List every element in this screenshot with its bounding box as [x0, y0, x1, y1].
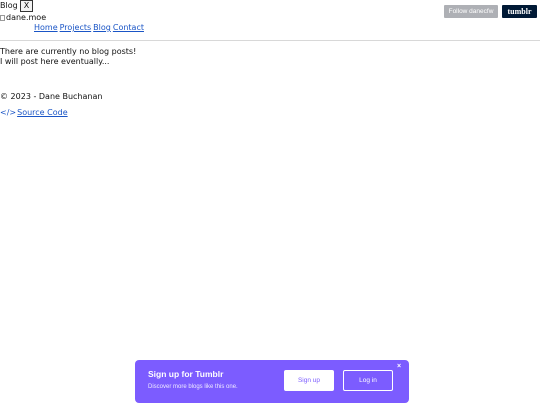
empty-message-line-2: I will post here eventually... — [0, 57, 110, 66]
logo-alt-text: dane.moe — [6, 13, 47, 22]
close-button[interactable]: X — [19, 0, 34, 12]
logo-image: dane.moe — [0, 13, 46, 23]
tumblr-logo-button[interactable]: tumblr — [502, 5, 537, 18]
blog-title: Blog — [0, 1, 18, 10]
code-icon: </> — [0, 108, 17, 117]
nav-link-contact[interactable]: Contact — [113, 23, 144, 33]
follow-button[interactable]: Follow danecfw — [444, 5, 498, 18]
signup-button[interactable]: Sign up — [284, 370, 334, 391]
signup-banner-title: Sign up for Tumblr — [148, 369, 224, 379]
nav-link-projects[interactable]: Projects — [60, 23, 92, 33]
signup-banner-subtitle: Discover more blogs like this one. — [148, 384, 238, 390]
empty-message-line-1: There are currently no blog posts! — [0, 47, 137, 56]
copyright-text: © 2023 - Dane Buchanan — [0, 92, 103, 101]
empty-posts-message: There are currently no blog posts! I wil… — [0, 47, 136, 67]
broken-image-icon — [0, 15, 5, 21]
nav-link-blog[interactable]: Blog — [93, 23, 111, 33]
nav-link-home[interactable]: Home — [34, 23, 58, 33]
source-code-label: Source Code — [17, 108, 68, 117]
close-icon[interactable]: × — [397, 363, 401, 371]
header-divider — [0, 40, 540, 41]
main-nav: Home Projects Blog Contact — [34, 23, 144, 33]
source-code-link[interactable]: </> Source Code — [0, 108, 68, 118]
login-button[interactable]: Log in — [343, 370, 393, 391]
blog-header: Blog X — [0, 0, 34, 12]
signup-banner: Sign up for Tumblr Discover more blogs l… — [135, 360, 409, 403]
